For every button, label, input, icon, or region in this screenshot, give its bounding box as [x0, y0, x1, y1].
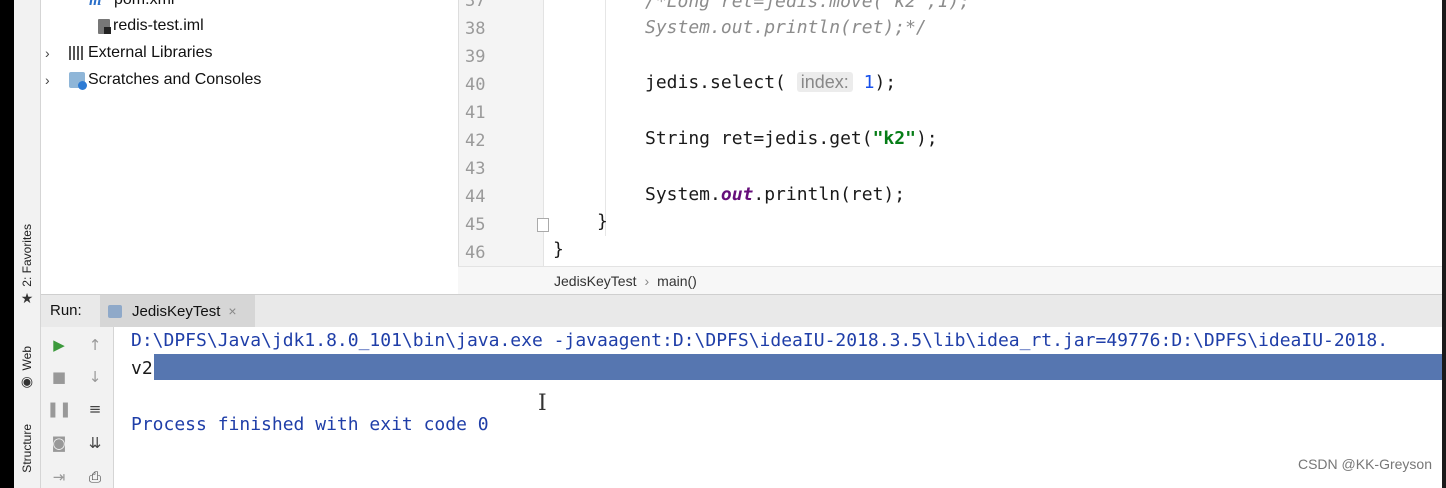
structure-tab-label: Structure [20, 424, 34, 473]
code-line-42: String ret=jedis.get("k2"); [645, 128, 938, 149]
code-number: 1 [863, 72, 875, 93]
code-text: ); [915, 128, 938, 149]
line-number: 40 [465, 75, 486, 95]
iml-file-icon [98, 18, 111, 34]
text-cursor-icon: I [538, 391, 547, 416]
tree-item-external-libraries[interactable]: › External Libraries [45, 40, 213, 66]
library-icon [69, 46, 85, 60]
tree-item-label: pom.xml [114, 0, 174, 9]
code-text: ); [874, 72, 897, 93]
star-icon: ★ [20, 290, 34, 307]
favorites-tab-label: 2: Favorites [20, 224, 34, 287]
run-tab-label: JedisKeyTest [132, 302, 221, 320]
console-output-line: v2 [131, 358, 153, 379]
code-text: .println(ret); [753, 184, 906, 205]
soft-wrap-icon[interactable]: ≡ [85, 399, 105, 419]
print-icon[interactable]: ⎙ [85, 467, 105, 487]
code-line-46: } [553, 239, 564, 260]
stop-icon[interactable]: ■ [49, 367, 69, 387]
console-command-line: D:\DPFS\Java\jdk1.8.0_101\bin\java.exe -… [131, 330, 1389, 351]
scroll-to-end-icon[interactable]: ⇊ [85, 433, 105, 453]
pause-icon[interactable]: ❚❚ [46, 399, 71, 419]
code-line-45: } [597, 211, 608, 232]
line-number: 37 [465, 0, 486, 11]
tree-item-pom[interactable]: m pom.xml [89, 0, 174, 13]
line-number: 41 [465, 103, 486, 123]
code-line-44: System.out.println(ret); [645, 184, 905, 205]
arrow-down-icon[interactable]: ↓ [85, 367, 105, 387]
code-line-38: System.out.println(ret);*/ [645, 17, 927, 38]
scratches-icon [69, 72, 87, 90]
code-string: "k2" [872, 128, 916, 149]
run-config-icon [108, 304, 122, 318]
watermark: CSDN @KK-Greyson [1297, 456, 1432, 472]
text-selection [154, 354, 1444, 380]
tree-item-iml[interactable]: redis-test.iml [95, 13, 204, 39]
tree-item-label: redis-test.iml [113, 17, 204, 34]
code-editor[interactable]: 37 38 39 40 41 42 43 44 45 46 /*Long ret… [458, 0, 1443, 266]
code-line-40: jedis.select( index: 1); [645, 72, 896, 93]
line-number: 43 [465, 159, 486, 179]
line-number: 42 [465, 131, 486, 151]
close-icon[interactable]: × [228, 303, 236, 319]
code-text: System. [645, 184, 721, 205]
favorites-tab[interactable]: 2: Favorites ★ [14, 224, 40, 307]
left-tool-strip: 2: Favorites ★ Web ◉ Structure [14, 0, 41, 488]
rerun-icon[interactable]: ▶ [49, 335, 69, 355]
maven-icon: m [89, 0, 102, 9]
line-number: 38 [465, 19, 486, 39]
line-number: 39 [465, 47, 486, 67]
parameter-hint: index: [796, 72, 853, 92]
tree-item-scratches[interactable]: › Scratches and Consoles [45, 67, 261, 93]
chevron-right-icon[interactable]: › [45, 45, 59, 61]
fold-marker-icon[interactable] [537, 218, 549, 232]
line-number: 44 [465, 187, 486, 207]
web-tab-label: Web [20, 346, 34, 371]
run-toolbar: ▶ ↑ ■ ↓ ❚❚ ≡ ◙ ⇊ ⇥ ⎙ [41, 327, 114, 488]
structure-tab[interactable]: Structure [14, 424, 40, 473]
project-tree: m pom.xml redis-test.iml › External Libr… [41, 0, 458, 294]
window-frame-right [1442, 0, 1446, 488]
editor-gutter: 37 38 39 40 41 42 43 44 45 46 [459, 0, 549, 266]
tree-item-label: Scratches and Consoles [88, 71, 262, 88]
line-number: 46 [465, 243, 486, 263]
indent-guide [605, 0, 606, 236]
code-line-37: /*Long ret=jedis.move("k2",1); [645, 0, 971, 12]
console-exit-line: Process finished with exit code 0 [131, 414, 489, 435]
code-text: jedis.select( [645, 72, 786, 93]
camera-icon[interactable]: ◙ [49, 433, 69, 453]
login-icon[interactable]: ⇥ [49, 467, 69, 487]
chevron-right-icon[interactable]: › [45, 72, 59, 88]
breadcrumb-method[interactable]: main() [657, 273, 697, 289]
run-tab-jediskeytest[interactable]: JedisKeyTest × [100, 295, 255, 327]
console-output[interactable]: D:\DPFS\Java\jdk1.8.0_101\bin\java.exe -… [114, 327, 1444, 488]
tree-item-label: External Libraries [88, 44, 213, 61]
arrow-up-icon[interactable]: ↑ [85, 335, 105, 355]
window-frame-left [0, 0, 14, 488]
web-icon: ◉ [20, 374, 34, 391]
web-tab[interactable]: Web ◉ [14, 346, 40, 390]
breadcrumb: JedisKeyTest › main() [458, 266, 1442, 295]
run-panel-header: Run: JedisKeyTest × [41, 294, 1442, 328]
line-number: 45 [465, 215, 486, 235]
code-text: String ret=jedis.get( [645, 128, 873, 149]
run-label: Run: [50, 302, 82, 319]
breadcrumb-class[interactable]: JedisKeyTest [554, 273, 636, 289]
breadcrumb-separator: › [644, 273, 650, 289]
code-field: out [720, 184, 754, 205]
